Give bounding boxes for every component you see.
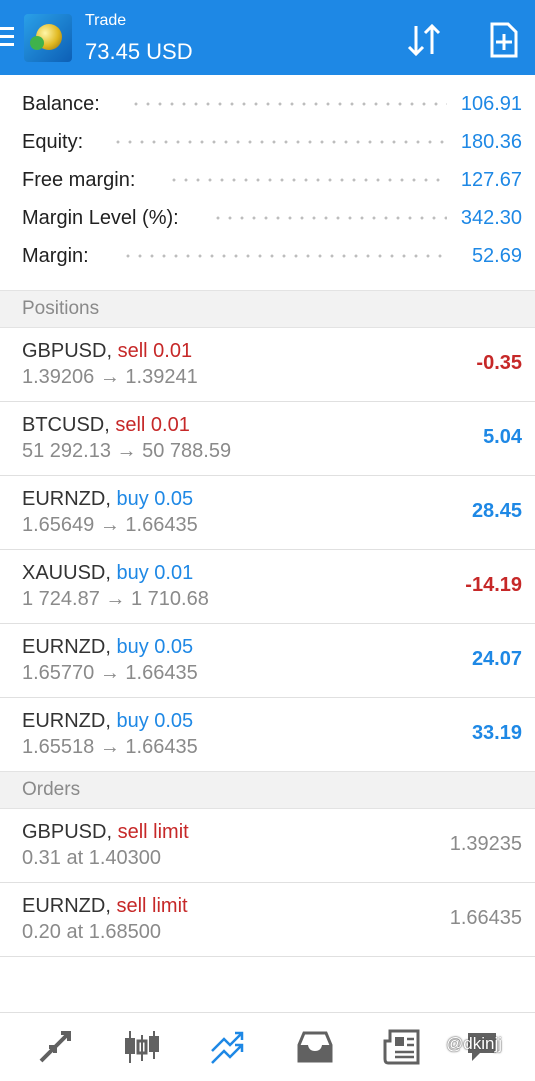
summary-label: Equity: — [22, 131, 84, 153]
order-current-price: 1.39235 — [449, 833, 522, 855]
summary-label: Free margin: — [22, 169, 136, 191]
menu-icon[interactable] — [0, 27, 14, 47]
order-details: 0.31 at 1.40300 — [22, 847, 162, 869]
summary-value: 342.30 — [460, 207, 522, 229]
summary-value: 106.91 — [460, 93, 522, 115]
position-symbol: EURNZD, — [22, 488, 111, 510]
summary-row-equity: Equity: 180.36 — [0, 123, 535, 161]
dotted-leader — [122, 254, 447, 258]
top-app-bar: Trade 73.45 USD — [0, 0, 535, 75]
position-prices: 1.39206 → 1.39241 — [22, 366, 198, 388]
position-side: sell 0.01 — [117, 340, 193, 362]
summary-row-margin-level: Margin Level (%): 342.30 — [0, 199, 535, 237]
summary-value: 127.67 — [460, 169, 522, 191]
position-symbol: EURNZD, — [22, 636, 111, 658]
position-side: buy 0.05 — [116, 488, 194, 510]
position-side: buy 0.05 — [116, 636, 194, 658]
summary-value: 180.36 — [460, 131, 522, 153]
position-side: buy 0.05 — [116, 710, 194, 732]
position-profit: 28.45 — [471, 500, 522, 522]
page-title: Trade — [85, 12, 127, 29]
position-profit: 33.19 — [471, 722, 522, 744]
quotes-icon[interactable] — [35, 1027, 75, 1067]
summary-label: Margin Level (%): — [22, 207, 179, 229]
position-prices: 1 724.87 → 1 710.68 — [22, 588, 209, 610]
position-prices: 1.65770 → 1.66435 — [22, 662, 198, 684]
chart-icon[interactable] — [122, 1027, 162, 1067]
trade-icon[interactable] — [208, 1027, 248, 1067]
position-prices: 1.65649 → 1.66435 — [22, 514, 198, 536]
account-summary: Balance: 106.91 Equity: 180.36 Free marg… — [0, 85, 535, 275]
order-row[interactable]: EURNZD, sell limit 0.20 at 1.68500 1.664… — [0, 883, 535, 957]
position-row[interactable]: GBPUSD, sell 0.01 1.39206 → 1.39241 -0.3… — [0, 328, 535, 402]
app-logo — [24, 14, 72, 62]
section-title: Orders — [22, 779, 81, 800]
position-profit: 24.07 — [471, 648, 522, 670]
positions-section-header: Positions — [0, 290, 535, 328]
orders-section-header: Orders — [0, 771, 535, 809]
watermark-text: @dkinjj — [446, 1034, 502, 1053]
position-symbol: BTCUSD, — [22, 414, 110, 436]
news-icon[interactable] — [382, 1027, 422, 1067]
position-symbol: GBPUSD, — [22, 340, 113, 362]
sort-icon[interactable] — [404, 20, 444, 60]
summary-row-balance: Balance: 106.91 — [0, 85, 535, 123]
section-title: Positions — [22, 298, 100, 319]
dotted-leader — [168, 178, 447, 182]
order-details: 0.20 at 1.68500 — [22, 921, 162, 943]
position-row[interactable]: EURNZD, buy 0.05 1.65518 → 1.66435 33.19 — [0, 698, 535, 772]
order-type: sell limit — [116, 895, 188, 917]
position-row[interactable]: EURNZD, buy 0.05 1.65649 → 1.66435 28.45 — [0, 476, 535, 550]
new-order-icon[interactable] — [484, 20, 524, 60]
dotted-leader — [130, 102, 447, 106]
position-symbol: XAUUSD, — [22, 562, 111, 584]
position-profit: -0.35 — [476, 352, 522, 374]
order-symbol: GBPUSD, — [22, 821, 113, 843]
position-prices: 51 292.13 → 50 788.59 — [22, 440, 232, 462]
position-row[interactable]: BTCUSD, sell 0.01 51 292.13 → 50 788.59 … — [0, 402, 535, 476]
order-current-price: 1.66435 — [449, 907, 522, 929]
order-symbol: EURNZD, — [22, 895, 111, 917]
summary-row-margin: Margin: 52.69 — [0, 237, 535, 275]
summary-label: Balance: — [22, 93, 100, 115]
position-profit: -14.19 — [465, 574, 522, 596]
dotted-leader — [212, 216, 447, 220]
summary-value: 52.69 — [471, 245, 522, 267]
position-prices: 1.65518 → 1.66435 — [22, 736, 198, 758]
history-icon[interactable] — [295, 1027, 335, 1067]
position-row[interactable]: XAUUSD, buy 0.01 1 724.87 → 1 710.68 -14… — [0, 550, 535, 624]
summary-label: Margin: — [22, 245, 89, 267]
order-row[interactable]: GBPUSD, sell limit 0.31 at 1.40300 1.392… — [0, 809, 535, 883]
position-side: buy 0.01 — [116, 562, 194, 584]
dotted-leader — [112, 140, 447, 144]
position-profit: 5.04 — [483, 426, 522, 448]
position-side: sell 0.01 — [115, 414, 190, 436]
position-row[interactable]: EURNZD, buy 0.05 1.65770 → 1.66435 24.07 — [0, 624, 535, 698]
summary-row-free-margin: Free margin: 127.67 — [0, 161, 535, 199]
position-symbol: EURNZD, — [22, 710, 111, 732]
order-type: sell limit — [117, 821, 189, 843]
account-profit: 73.45 USD — [85, 39, 193, 64]
